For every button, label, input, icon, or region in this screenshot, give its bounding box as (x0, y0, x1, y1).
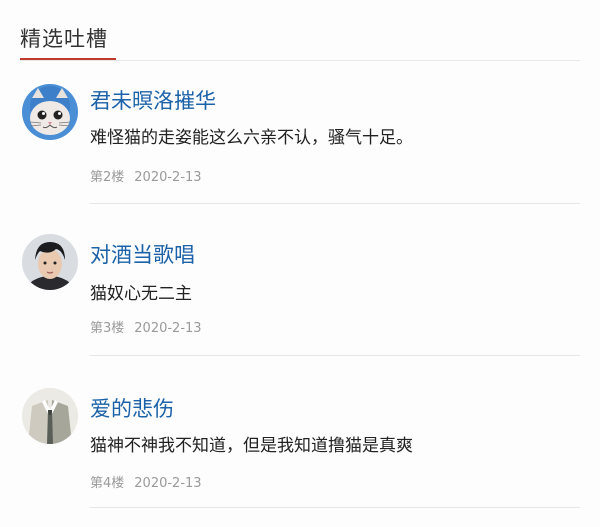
comment-date: 2020-2-13 (134, 476, 202, 491)
avatar[interactable] (22, 388, 78, 444)
comment-username[interactable]: 对酒当歌唱 (90, 240, 195, 270)
suit-figure-icon (22, 388, 78, 444)
portrait-icon (22, 234, 78, 290)
comment-text: 猫奴心无二主 (90, 284, 192, 304)
floor-number: 第2楼 (90, 170, 125, 185)
comment-date: 2020-2-13 (134, 321, 202, 336)
section-title: 精选吐槽 (20, 27, 108, 51)
comment-meta: 第2楼 2020-2-13 (90, 168, 202, 188)
comment-username[interactable]: 君未暝洛摧华 (90, 86, 216, 116)
comment-date: 2020-2-13 (134, 170, 202, 185)
comment-meta: 第4楼 2020-2-13 (90, 474, 202, 494)
avatar[interactable] (22, 234, 78, 290)
avatar[interactable] (22, 84, 78, 140)
comment-divider (90, 507, 580, 508)
comment-divider (90, 203, 580, 204)
floor-number: 第3楼 (90, 321, 125, 336)
cat-face-icon (22, 84, 78, 140)
comment-text: 难怪猫的走姿能这么六亲不认，骚气十足。 (90, 128, 413, 148)
comment-text: 猫神不神我不知道，但是我知道撸猫是真爽 (90, 436, 413, 456)
floor-number: 第4楼 (90, 476, 125, 491)
section-title-underline (20, 58, 116, 60)
section-header: 精选吐槽 (20, 0, 580, 61)
comment-meta: 第3楼 2020-2-13 (90, 319, 202, 339)
comment-divider (90, 355, 580, 356)
comment-username[interactable]: 爱的悲伤 (90, 394, 174, 424)
